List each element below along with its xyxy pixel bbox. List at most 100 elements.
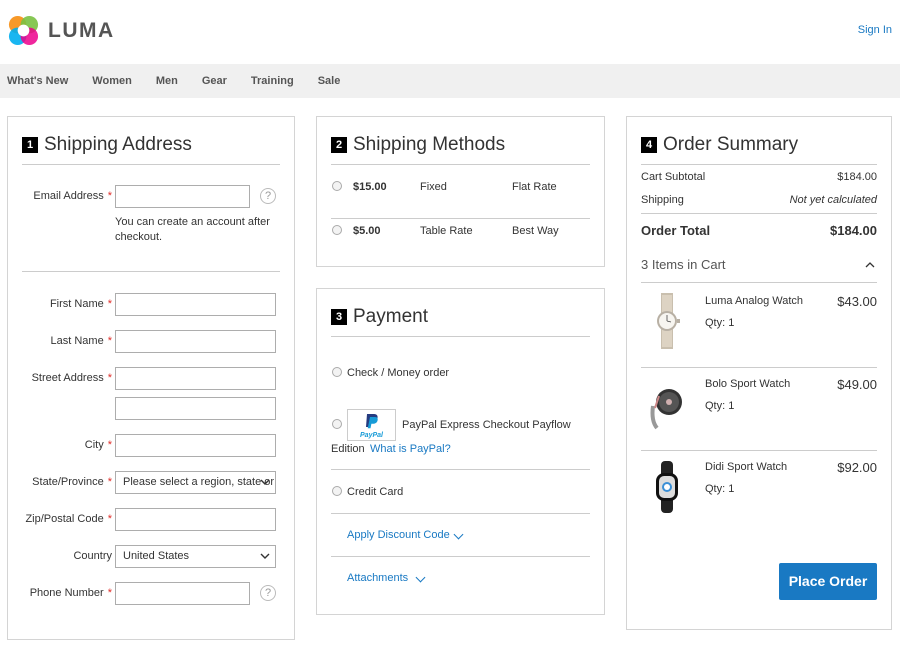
shipping-price: $5.00	[353, 225, 381, 237]
nav-item-women[interactable]: Women	[92, 75, 132, 87]
step-title: Shipping Address	[44, 134, 192, 155]
order-summary-heading: 4 Order Summary	[641, 133, 877, 165]
shipping-method-radio[interactable]	[332, 225, 342, 235]
shipping-label: Shipping	[641, 194, 684, 206]
section-divider	[22, 271, 280, 272]
svg-text:PayPal: PayPal	[360, 432, 384, 439]
cart-item: Luma Analog Watch Qty: 1 $43.00	[641, 285, 877, 368]
shipping-methods-heading: 2 Shipping Methods	[331, 133, 590, 165]
payment-radio[interactable]	[332, 486, 342, 496]
apply-discount-label[interactable]: Apply Discount Code	[347, 529, 450, 541]
sign-in-link[interactable]: Sign In	[858, 24, 892, 36]
main-navigation: What's New Women Men Gear Training Sale	[0, 64, 900, 98]
what-is-paypal-link[interactable]: What is PayPal?	[370, 443, 451, 455]
email-row: Email Address * ?	[8, 185, 298, 209]
didi-sport-watch-image	[656, 461, 678, 513]
state-row: State/Province * Please select a region, …	[8, 471, 298, 495]
street-address-line-2-field[interactable]	[115, 397, 276, 420]
nav-item-sale[interactable]: Sale	[318, 75, 341, 87]
shipping-method-name: Fixed	[420, 181, 447, 193]
zip-label: Zip/Postal Code *	[25, 513, 112, 525]
shipping-carrier: Best Way	[512, 225, 559, 237]
nav-item-whats-new[interactable]: What's New	[7, 75, 68, 87]
cart-item-name: Didi Sport Watch	[705, 461, 788, 473]
items-in-cart-label: 3 Items in Cart	[641, 257, 726, 272]
shipping-method-row[interactable]: $5.00 Table Rate Best Way	[331, 219, 590, 263]
last-name-field[interactable]	[115, 330, 276, 353]
country-label: Country	[73, 550, 112, 562]
section-divider	[331, 469, 590, 470]
brand-name: LUMA	[48, 18, 115, 42]
street-address-line-1-field[interactable]	[115, 367, 276, 390]
cart-subtotal-value: $184.00	[837, 171, 877, 183]
cart-item-price: $43.00	[837, 294, 877, 309]
luma-analog-watch-image	[657, 293, 680, 349]
step-number: 3	[331, 309, 347, 325]
nav-item-men[interactable]: Men	[156, 75, 178, 87]
shipping-method-row[interactable]: $15.00 Fixed Flat Rate	[331, 175, 590, 219]
email-note: You can create an account after checkout…	[115, 216, 270, 243]
site-header: LUMA Sign In	[0, 0, 900, 64]
shipping-method-radio[interactable]	[332, 181, 342, 191]
chevron-down-icon	[260, 553, 270, 559]
payment-radio[interactable]	[332, 419, 342, 429]
shipping-value: Not yet calculated	[789, 194, 877, 206]
cart-item-qty: Qty: 1	[705, 400, 735, 412]
chevron-down-icon	[453, 529, 464, 540]
items-in-cart-toggle[interactable]: 3 Items in Cart	[641, 257, 877, 283]
shipping-methods-panel: 2 Shipping Methods $15.00 Fixed Flat Rat…	[316, 116, 605, 267]
step-number: 2	[331, 137, 347, 153]
order-total-row: Order Total $184.00	[641, 223, 877, 238]
cart-item-price: $92.00	[837, 460, 877, 475]
order-total-value: $184.00	[830, 223, 877, 238]
order-summary-panel: 4 Order Summary Cart Subtotal $184.00 Sh…	[626, 116, 892, 630]
nav-item-training[interactable]: Training	[251, 75, 294, 87]
luma-logo-icon	[8, 15, 39, 46]
cart-subtotal-label: Cart Subtotal	[641, 171, 706, 183]
shipping-price: $15.00	[353, 181, 387, 193]
phone-field[interactable]	[115, 582, 250, 605]
shipping-carrier: Flat Rate	[512, 181, 557, 193]
cart-item-qty: Qty: 1	[705, 317, 735, 329]
luma-logo[interactable]: LUMA	[7, 14, 115, 47]
payment-panel: 3 Payment Check / Money order PayPal Pay…	[316, 288, 605, 615]
street-address-label: Street Address *	[31, 372, 112, 384]
attachments-label[interactable]: Attachments	[347, 572, 408, 584]
bolo-sport-watch-image	[650, 389, 682, 430]
last-name-row: Last Name *	[8, 330, 298, 354]
payment-option-label: Check / Money order	[347, 367, 450, 379]
city-row: City *	[8, 434, 298, 458]
payment-radio[interactable]	[332, 367, 342, 377]
step-title: Shipping Methods	[353, 134, 506, 155]
shipping-address-heading: 1 Shipping Address	[22, 133, 280, 165]
nav-item-gear[interactable]: Gear	[202, 75, 227, 87]
help-icon[interactable]: ?	[260, 585, 276, 601]
cart-item: Didi Sport Watch Qty: 1 $92.00	[641, 451, 877, 534]
email-label: Email Address *	[33, 190, 112, 202]
paypal-logo-icon: PayPal	[360, 414, 384, 439]
summary-divider	[641, 213, 877, 214]
place-order-button[interactable]: Place Order	[779, 563, 877, 600]
chevron-down-icon	[415, 572, 426, 583]
cart-item-price: $49.00	[837, 377, 877, 392]
payment-option-paypal[interactable]: PayPal PayPal Express Checkout Payflow E…	[331, 409, 590, 459]
chevron-down-icon	[260, 479, 270, 485]
email-field[interactable]	[115, 185, 250, 208]
city-label: City *	[84, 439, 112, 451]
zip-field[interactable]	[115, 508, 276, 531]
help-icon[interactable]: ?	[260, 188, 276, 204]
country-select[interactable]: United States	[115, 545, 276, 568]
country-select-value: United States	[123, 550, 190, 562]
cart-item: Bolo Sport Watch Qty: 1 $49.00	[641, 368, 877, 451]
state-select[interactable]: Please select a region, state or provinc…	[115, 471, 276, 494]
shipping-row: Shipping Not yet calculated	[641, 194, 877, 206]
payment-heading: 3 Payment	[331, 305, 590, 337]
cart-item-name: Luma Analog Watch	[705, 295, 804, 307]
first-name-field[interactable]	[115, 293, 276, 316]
step-number: 4	[641, 137, 657, 153]
street-address-row-2	[8, 397, 298, 421]
city-field[interactable]	[115, 434, 276, 457]
zip-row: Zip/Postal Code *	[8, 508, 298, 532]
street-address-row: Street Address *	[8, 367, 298, 391]
phone-label: Phone Number *	[29, 587, 112, 599]
